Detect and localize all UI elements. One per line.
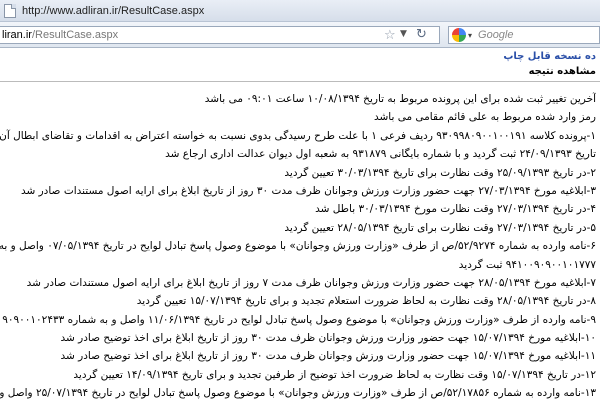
history-line: ۷-ابلاغیه مورخ ۲۸/۰۵/۱۳۹۴ جهت حضور وزارت… [26,276,596,289]
history-line: ۵-در تاریخ ۲۷/۰۳/۱۳۹۴ وقت نظارت برای تار… [284,221,596,234]
divider [0,81,600,82]
address-bar: liran.ir/ResultCase.aspx ☆ ▼ ↻ ▾ Google [0,22,600,48]
history-line: ۱۲-در تاریخ ۱۵/۰۷/۱۳۹۴ وقت نظارت به لحاظ… [73,368,596,381]
browser-title-bar: http://www.adliran.ir/ResultCase.aspx [0,0,600,22]
history-line: ۲-در تاریخ ۲۵/۰۹/۱۳۹۳ وقت نظارت برای تار… [284,166,596,179]
result-header: مشاهده نتیجه [528,66,596,77]
history-line: ۹۴۱۰۰۹۰۹۰۰۱۰۱۷۷۷ ثبت گردید [458,258,596,271]
url-path: /ResultCase.aspx [31,29,119,41]
url-host: liran.ir [2,29,32,41]
history-line: ۶-نامه وارده به شماره ۵۲/۹۲۷۴/ص از طرف «… [0,240,596,253]
page-icon [4,3,16,18]
window-title: http://www.adliran.ir/ResultCase.aspx [22,4,205,17]
history-line: ۹-نامه وارده از طرف «وزارت ورزش وجوانان»… [0,313,596,326]
history-line: ۳-ابلاغیه مورخ ۲۷/۰۳/۱۳۹۴ جهت حضور وزارت… [20,184,596,197]
history-line: تاریخ ۲۴/۰۹/۱۳۹۳ ثبت گردید و با شماره با… [165,148,596,161]
status-line: رمز وارد شده مربوط به علی قائم مقامی می … [373,111,596,124]
case-history: آخرین تغییر ثبت شده برای این پرونده مربو… [0,90,596,403]
reload-icon[interactable]: ↻ [416,27,427,42]
page-content: ده نسخه قابل چاپ مشاهده نتیجه آخرین تغیی… [0,48,600,418]
history-line: ۱-پرونده کلاسه ۹۳۰۹۹۸۰۹۰۰۱۰۰۱۹۱ ردیف فرع… [0,129,596,142]
history-line: ۴-در تاریخ ۲۷/۰۳/۱۳۹۴ وقت نظارت مورخ ۳۰/… [315,203,596,216]
chevron-down-icon[interactable]: ▼ [400,29,407,39]
search-box[interactable]: ▾ Google [448,26,600,44]
search-input[interactable]: Google [478,29,513,41]
bookmark-star-icon[interactable]: ☆ [384,28,396,43]
history-line: ۱۰-ابلاغیه مورخ ۱۵/۰۷/۱۳۹۴ جهت حضور وزار… [60,332,596,345]
history-line: ۱۳-نامه وارده به شماره ۵۲/۱۷۸۵۶/ص از طرف… [0,387,596,400]
status-line: آخرین تغییر ثبت شده برای این پرونده مربو… [204,93,596,105]
search-engine-dropdown-icon[interactable]: ▾ [468,31,472,40]
google-icon[interactable] [452,28,466,42]
printable-version-link[interactable]: ده نسخه قابل چاپ [503,51,596,62]
history-line: ۱۱-ابلاغیه مورخ ۱۵/۰۷/۱۳۹۴ جهت حضور وزار… [60,350,596,363]
url-field[interactable]: liran.ir/ResultCase.aspx ☆ ▼ ↻ [0,26,440,44]
history-line: ۸-در تاریخ ۲۸/۰۵/۱۳۹۴ وقت نظارت به لحاظ … [136,295,596,308]
